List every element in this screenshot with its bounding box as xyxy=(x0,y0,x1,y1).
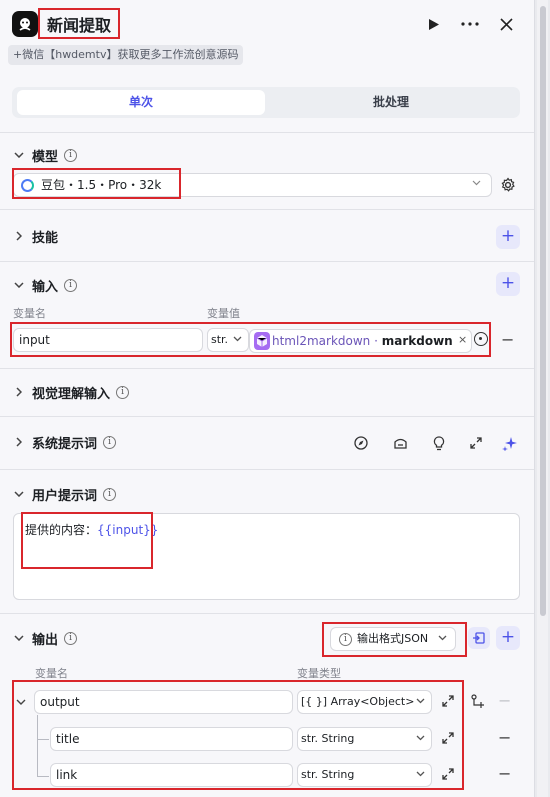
column-header-name: 变量名 xyxy=(35,667,68,680)
add-output-button[interactable]: + xyxy=(496,626,520,650)
input-section-header[interactable]: 输入 i xyxy=(12,274,78,296)
highlight-box xyxy=(322,622,467,657)
divider xyxy=(0,469,534,470)
compass-icon[interactable] xyxy=(352,434,370,452)
add-skill-button[interactable]: + xyxy=(496,225,520,249)
model-section-header[interactable]: 模型 i xyxy=(12,144,78,166)
skills-section-header[interactable]: 技能 xyxy=(12,225,58,247)
section-label: 系统提示词 xyxy=(32,436,98,452)
highlight-box xyxy=(10,322,491,357)
scrollbar-thumb[interactable] xyxy=(540,6,546,616)
chevron-right-icon xyxy=(12,435,26,449)
info-icon: i xyxy=(103,435,117,449)
remove-output-button: − xyxy=(498,691,512,710)
section-label: 输入 xyxy=(32,279,59,295)
output-section-header[interactable]: 输出 i xyxy=(12,627,78,649)
info-icon: i xyxy=(64,148,78,162)
more-icon[interactable] xyxy=(457,11,483,37)
column-header-name: 变量名 xyxy=(13,307,46,320)
section-label: 模型 xyxy=(32,149,59,165)
panel-header: 新闻提取 +微信【hwdemtv】获取更多工作流创意源码 xyxy=(0,0,534,70)
add-input-button[interactable]: + xyxy=(496,272,520,296)
subtitle-badge: +微信【hwdemtv】获取更多工作流创意源码 xyxy=(8,45,244,65)
highlight-box xyxy=(12,168,181,199)
info-icon: i xyxy=(64,278,78,292)
divider xyxy=(0,261,534,262)
chevron-down-icon xyxy=(472,178,481,189)
info-icon: i xyxy=(103,487,117,501)
mode-tabs: 单次 批处理 xyxy=(12,87,520,118)
page-title[interactable]: 新闻提取 xyxy=(38,8,121,39)
tab-single[interactable]: 单次 xyxy=(17,90,265,115)
remove-output-button[interactable]: − xyxy=(498,764,511,783)
tab-batch[interactable]: 批处理 xyxy=(265,90,517,115)
column-header-value: 变量值 xyxy=(207,307,240,320)
import-icon[interactable] xyxy=(468,627,490,649)
node-config-panel: 新闻提取 +微信【hwdemtv】获取更多工作流创意源码 单次 批处理 模型 i… xyxy=(0,0,535,797)
info-icon: i xyxy=(64,631,78,645)
highlight-box xyxy=(12,680,464,790)
chevron-down-icon xyxy=(12,487,26,501)
section-label: 视觉理解输入 xyxy=(32,386,111,402)
play-icon[interactable] xyxy=(421,11,447,37)
section-label: 输出 xyxy=(32,632,59,648)
chevron-down-icon xyxy=(12,148,26,162)
divider xyxy=(0,132,534,133)
ai-sparkle-icon[interactable] xyxy=(500,434,518,452)
library-icon[interactable] xyxy=(391,434,409,452)
system-prompt-section-header[interactable]: 系统提示词 i xyxy=(12,431,117,453)
highlight-box xyxy=(21,512,153,569)
chevron-right-icon xyxy=(12,385,26,399)
remove-output-button[interactable]: − xyxy=(498,728,511,747)
close-icon[interactable] xyxy=(493,11,519,37)
divider xyxy=(0,613,534,614)
info-icon: i xyxy=(116,385,130,399)
chevron-down-icon xyxy=(12,631,26,645)
lightbulb-icon[interactable] xyxy=(430,434,448,452)
divider xyxy=(0,209,534,210)
user-prompt-section-header[interactable]: 用户提示词 i xyxy=(12,483,117,505)
chevron-down-icon xyxy=(12,278,26,292)
expand-icon[interactable] xyxy=(467,434,485,452)
node-logo-icon xyxy=(12,11,38,37)
divider xyxy=(0,368,534,369)
remove-input-button[interactable]: − xyxy=(501,330,514,349)
vision-section-header[interactable]: 视觉理解输入 i xyxy=(12,381,130,403)
chevron-right-icon xyxy=(12,229,26,243)
add-child-icon[interactable] xyxy=(470,694,484,711)
column-header-type: 变量类型 xyxy=(297,667,341,680)
divider xyxy=(0,416,534,417)
section-label: 用户提示词 xyxy=(32,488,98,504)
section-label: 技能 xyxy=(32,230,59,246)
gear-icon[interactable] xyxy=(500,177,516,193)
